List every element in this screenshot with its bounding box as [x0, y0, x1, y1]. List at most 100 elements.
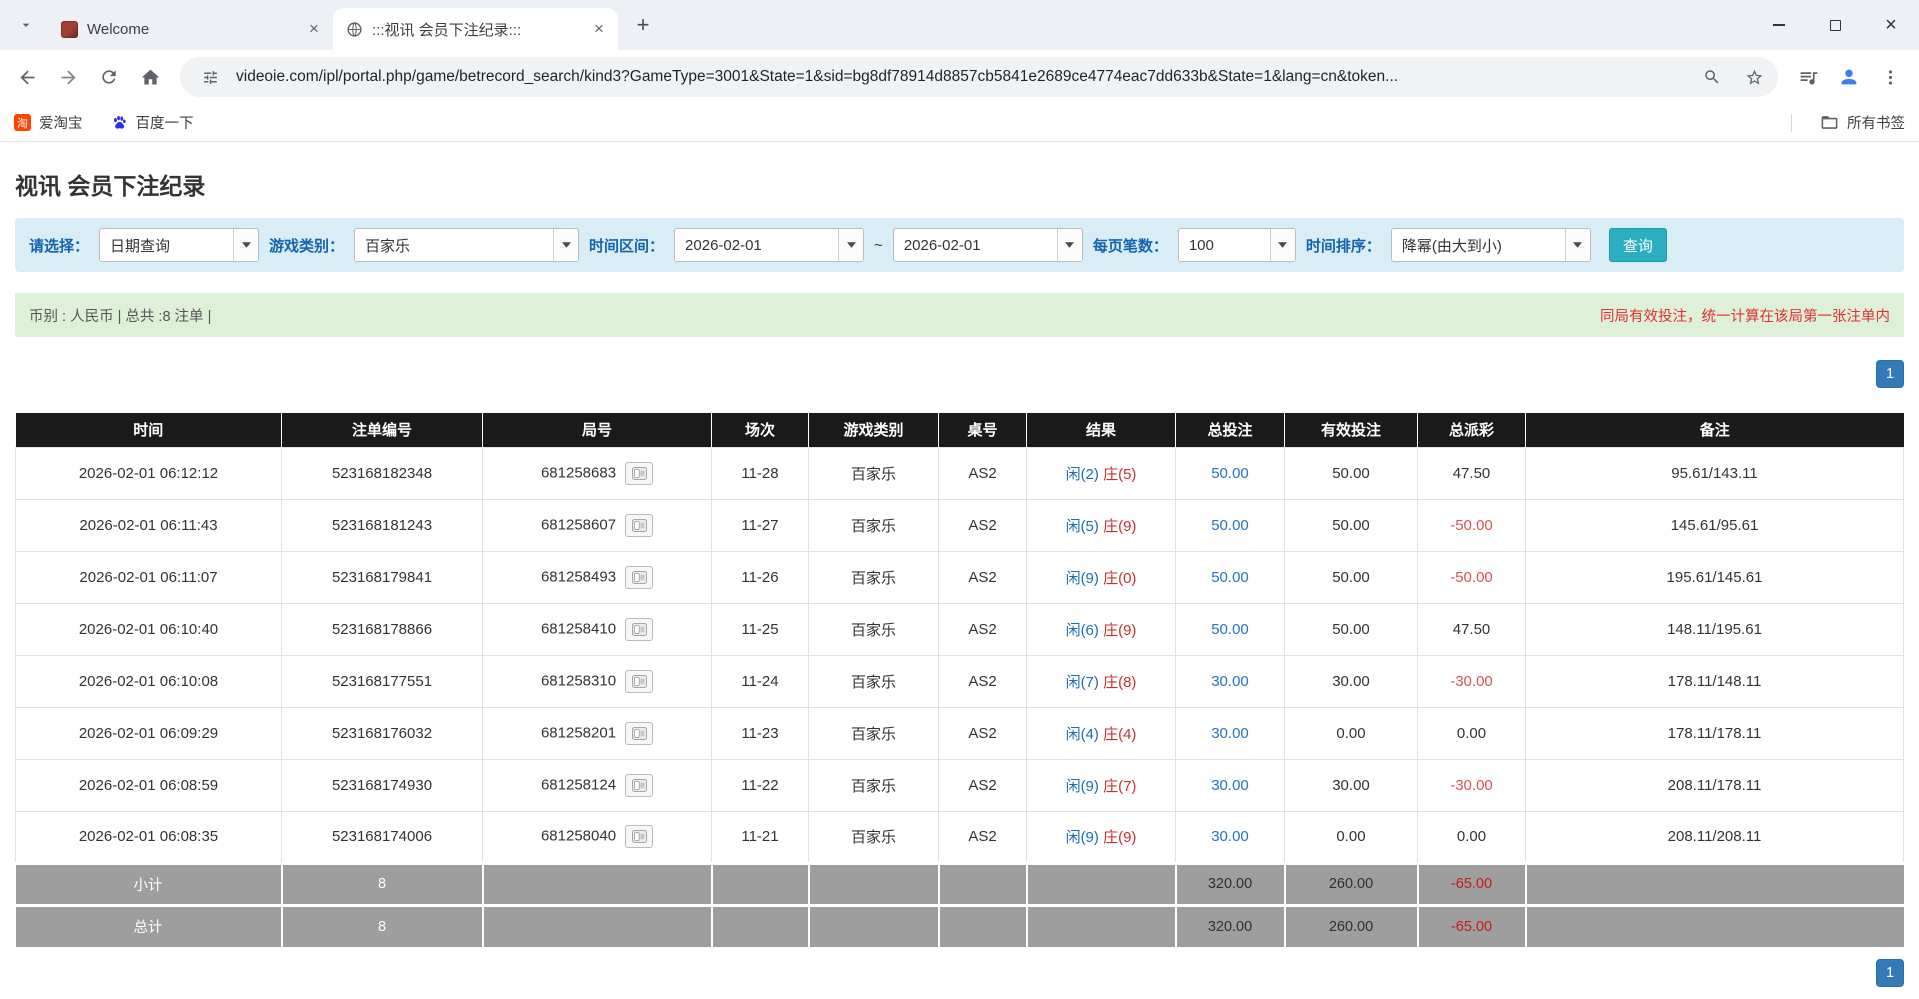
- dropdown-arrow-icon[interactable]: [838, 229, 863, 261]
- menu-button[interactable]: [1871, 58, 1909, 96]
- round-cell: 681258410: [483, 603, 712, 655]
- foot-payout: -65.00: [1418, 863, 1526, 905]
- maximize-button[interactable]: [1807, 0, 1863, 50]
- bookmark-baidu[interactable]: 百度一下: [111, 112, 194, 133]
- date-range-label: 时间区间：: [589, 235, 664, 256]
- player-result: 闲(6): [1066, 622, 1099, 639]
- page-button[interactable]: 1: [1876, 959, 1904, 987]
- round-replay-button[interactable]: [625, 670, 653, 693]
- sort-order-select[interactable]: 降幂(由大到小): [1391, 228, 1591, 262]
- game-type-cell: 百家乐: [809, 499, 939, 551]
- card-icon: [632, 675, 647, 688]
- time-cell: 2026-02-01 06:09:29: [16, 707, 282, 759]
- dropdown-arrow-icon[interactable]: [1270, 229, 1295, 261]
- sort-order-label: 时间排序：: [1306, 235, 1381, 256]
- table-id-cell: AS2: [939, 447, 1027, 499]
- total-bet-link[interactable]: 30.00: [1211, 777, 1249, 794]
- close-button[interactable]: ×: [1863, 0, 1919, 50]
- card-icon: [632, 519, 647, 532]
- grand-total-row: 总计8320.00260.00-65.00: [16, 905, 1904, 947]
- table-id-cell: AS2: [939, 603, 1027, 655]
- home-button[interactable]: [131, 58, 169, 96]
- dropdown-arrow-icon[interactable]: [553, 229, 578, 261]
- query-type-select[interactable]: 日期查询: [99, 228, 259, 262]
- summary-note-text: 同局有效投注，统一计算在该局第一张注单内: [1600, 305, 1890, 326]
- bookmark-this-page-button[interactable]: [1738, 61, 1770, 93]
- total-bet-link[interactable]: 30.00: [1211, 725, 1249, 742]
- site-info-button[interactable]: [194, 61, 226, 93]
- tab-search-button[interactable]: [10, 9, 42, 41]
- dropdown-arrow-icon[interactable]: [233, 229, 258, 261]
- payout-cell: 47.50: [1418, 447, 1526, 499]
- foot-empty-cell: [483, 863, 712, 905]
- tab-welcome[interactable]: Welcome ×: [48, 8, 333, 50]
- game-type-cell: 百家乐: [809, 811, 939, 863]
- total-bet-link[interactable]: 30.00: [1211, 673, 1249, 690]
- round-replay-button[interactable]: [625, 618, 653, 641]
- session-cell: 11-22: [712, 759, 809, 811]
- total-bet-link[interactable]: 50.00: [1211, 465, 1249, 482]
- page-size-select[interactable]: 100: [1178, 228, 1296, 262]
- address-bar[interactable]: videoie.com/ipl/portal.php/game/betrecor…: [180, 57, 1778, 97]
- total-bet-link[interactable]: 50.00: [1211, 621, 1249, 638]
- bookmark-aitaobao[interactable]: 淘 爱淘宝: [14, 112, 83, 133]
- dropdown-arrow-icon[interactable]: [1057, 229, 1082, 261]
- search-button[interactable]: 查询: [1609, 228, 1667, 262]
- bookmark-label: 爱淘宝: [39, 112, 83, 133]
- zoom-button[interactable]: [1696, 61, 1728, 93]
- minimize-button[interactable]: [1751, 0, 1807, 50]
- round-replay-button[interactable]: [625, 462, 653, 485]
- media-controls-button[interactable]: [1789, 58, 1827, 96]
- result-cell: 闲(7) 庄(8): [1027, 655, 1176, 707]
- session-cell: 11-26: [712, 551, 809, 603]
- card-icon: [632, 623, 647, 636]
- round-replay-button[interactable]: [625, 825, 653, 848]
- foot-empty-cell: [1027, 863, 1176, 905]
- round-replay-button[interactable]: [625, 514, 653, 537]
- round-cell: 681258201: [483, 707, 712, 759]
- minimize-icon: [1773, 24, 1785, 26]
- tab-close-icon[interactable]: ×: [588, 18, 610, 40]
- date-from-input[interactable]: 2026-02-01: [674, 228, 864, 262]
- card-icon: [632, 830, 647, 843]
- tab-close-icon[interactable]: ×: [303, 18, 325, 40]
- foot-label: 小计: [16, 863, 282, 905]
- banker-result: 庄(4): [1103, 726, 1136, 743]
- game-type-select[interactable]: 百家乐: [354, 228, 579, 262]
- player-result: 闲(7): [1066, 674, 1099, 691]
- globe-icon: [346, 21, 363, 38]
- bet-id-cell: 523168174930: [282, 759, 483, 811]
- result-cell: 闲(9) 庄(9): [1027, 811, 1176, 863]
- note-cell: 208.11/208.11: [1526, 811, 1904, 863]
- forward-button[interactable]: [49, 58, 87, 96]
- round-replay-button[interactable]: [625, 722, 653, 745]
- back-button[interactable]: [8, 58, 46, 96]
- card-icon: [632, 779, 647, 792]
- date-to-input[interactable]: 2026-02-01: [893, 228, 1083, 262]
- new-tab-button[interactable]: +: [628, 10, 658, 40]
- summary-bar: 币别 : 人民币 | 总共 :8 注单 | 同局有效投注，统一计算在该局第一张注…: [15, 293, 1904, 337]
- bet-record-row: 2026-02-01 06:09:29523168176032681258201…: [16, 707, 1904, 759]
- note-cell: 178.11/178.11: [1526, 707, 1904, 759]
- all-bookmarks-button[interactable]: 所有书签: [1820, 112, 1905, 133]
- time-cell: 2026-02-01 06:08:59: [16, 759, 282, 811]
- back-icon: [17, 67, 38, 88]
- round-replay-button[interactable]: [625, 566, 653, 589]
- foot-empty-cell: [1526, 905, 1904, 947]
- profile-button[interactable]: [1830, 58, 1868, 96]
- total-bet-link[interactable]: 30.00: [1211, 828, 1249, 845]
- dropdown-arrow-icon[interactable]: [1565, 229, 1590, 261]
- tab-betrecord[interactable]: :::视讯 会员下注纪录::: ×: [333, 8, 618, 50]
- column-header: 场次: [712, 413, 809, 447]
- round-replay-button[interactable]: [625, 774, 653, 797]
- total-bet-link[interactable]: 50.00: [1211, 569, 1249, 586]
- total-bet-link[interactable]: 50.00: [1211, 517, 1249, 534]
- currency-summary-text: 币别 : 人民币 | 总共 :8 注单 |: [29, 305, 211, 326]
- bet-records-table: 时间注单编号局号场次游戏类别桌号结果总投注有效投注总派彩备注 2026-02-0…: [15, 413, 1904, 947]
- round-cell: 681258124: [483, 759, 712, 811]
- page-button[interactable]: 1: [1876, 360, 1904, 388]
- session-cell: 11-23: [712, 707, 809, 759]
- reload-button[interactable]: [90, 58, 128, 96]
- foot-empty-cell: [1526, 863, 1904, 905]
- payout-cell: 0.00: [1418, 707, 1526, 759]
